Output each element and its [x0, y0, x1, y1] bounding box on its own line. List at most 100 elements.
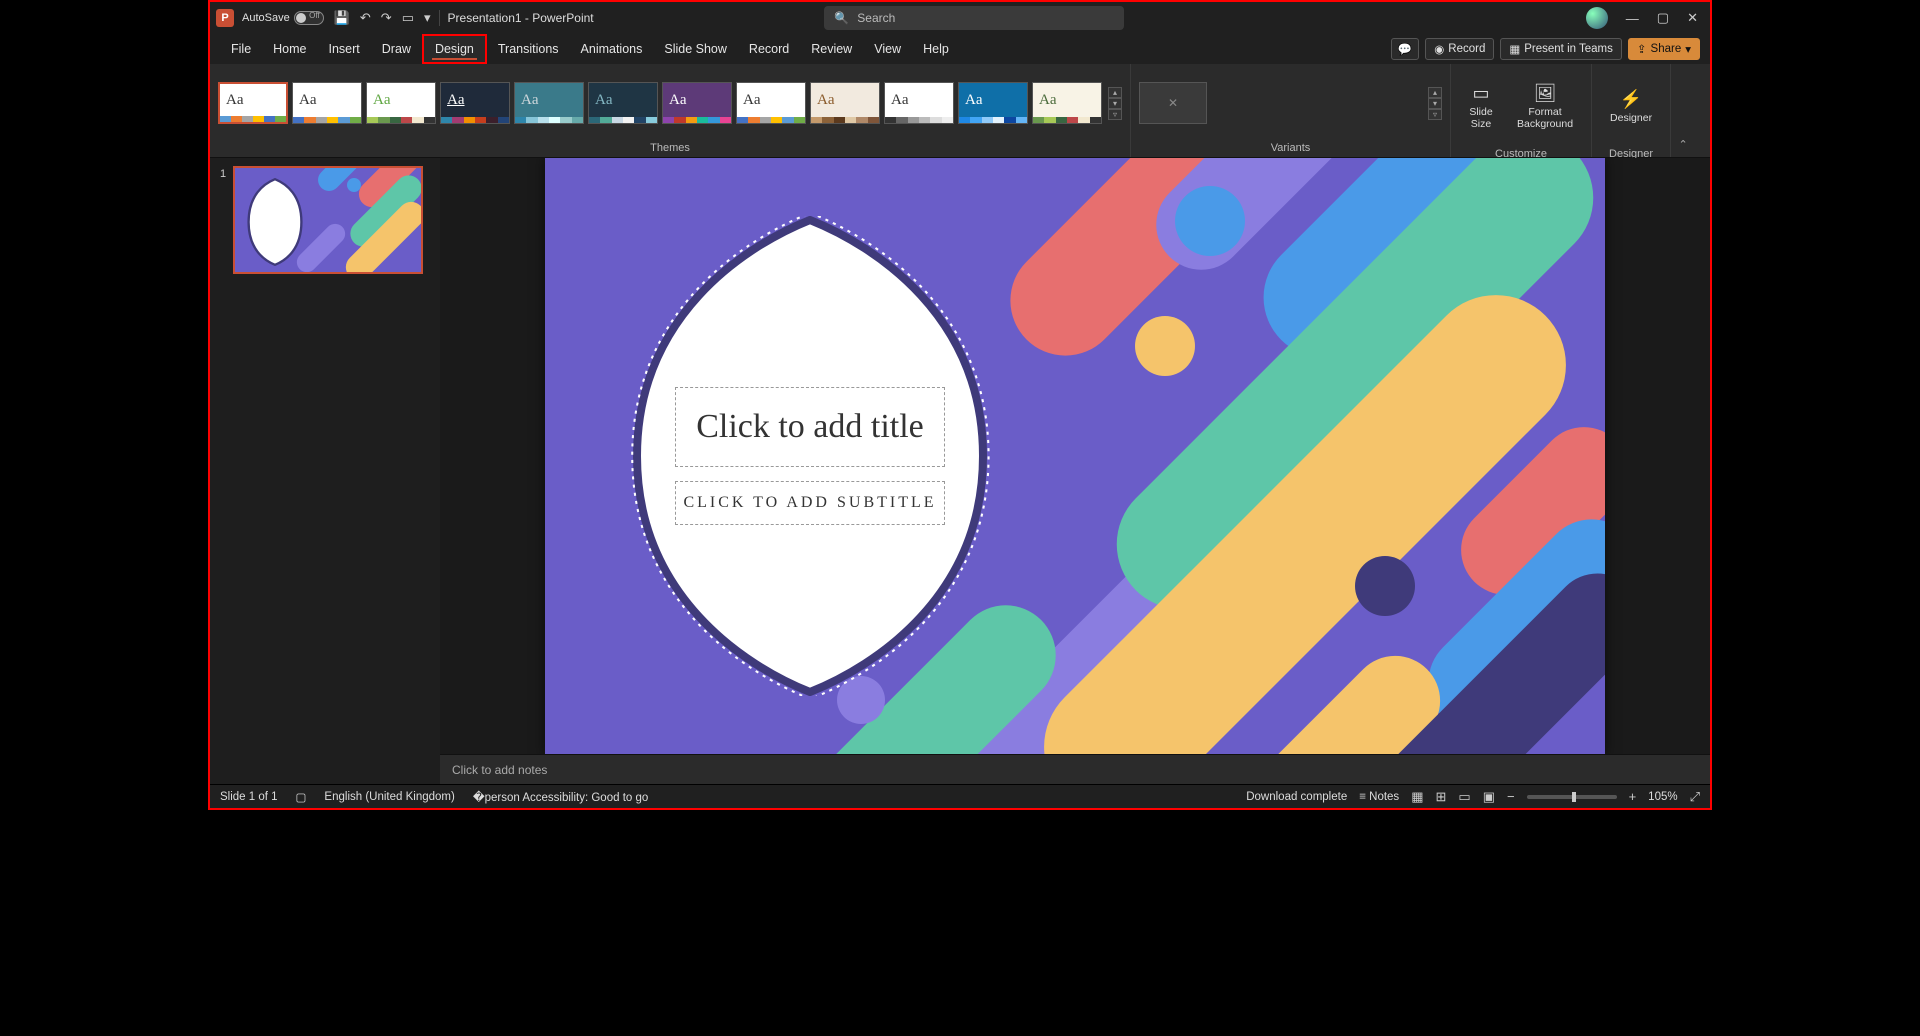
tab-draw[interactable]: Draw — [371, 34, 422, 64]
slide-size-button[interactable]: ▭ Slide Size — [1459, 70, 1503, 142]
status-accessibility[interactable]: �person Accessibility: Good to go — [473, 790, 648, 804]
tab-slideshow[interactable]: Slide Show — [653, 34, 738, 64]
slide-thumbnail-panel: 1 — [210, 158, 440, 784]
tab-insert[interactable]: Insert — [318, 34, 371, 64]
zoom-in-icon[interactable]: + — [1629, 789, 1637, 804]
gallery-up-icon[interactable]: ▴ — [1108, 87, 1122, 98]
zoom-slider[interactable] — [1527, 795, 1617, 799]
close-icon[interactable]: ✕ — [1687, 10, 1698, 26]
zoom-value[interactable]: 105% — [1648, 791, 1677, 803]
fit-window-icon[interactable]: ⤢ — [1690, 789, 1700, 805]
present-teams-button[interactable]: ▦ Present in Teams — [1500, 38, 1622, 60]
theme-thumb[interactable]: Aa — [218, 82, 288, 124]
view-sorter-icon[interactable]: ⊞ — [1435, 789, 1446, 805]
slide-thumbnail[interactable] — [233, 166, 423, 274]
tab-help[interactable]: Help — [912, 34, 960, 64]
tab-design[interactable]: Design — [422, 34, 487, 64]
ribbon-tabs: File Home Insert Draw Design Transitions… — [210, 34, 1710, 64]
search-placeholder: Search — [857, 11, 895, 25]
collapse-ribbon-icon[interactable]: ⌃ — [1671, 64, 1695, 157]
format-background-button[interactable]: 🖼 Format Background — [1507, 70, 1583, 142]
theme-thumb[interactable]: Aa — [440, 82, 510, 124]
save-icon[interactable]: 💾 — [334, 10, 350, 26]
tab-transitions[interactable]: Transitions — [487, 34, 570, 64]
maximize-icon[interactable]: ▢ — [1657, 10, 1669, 26]
tab-animations[interactable]: Animations — [570, 34, 654, 64]
gallery-down-icon[interactable]: ▾ — [1108, 98, 1122, 109]
search-icon: 🔍 — [834, 11, 849, 25]
variant-thumb[interactable]: ✕ — [1139, 82, 1207, 124]
theme-thumb[interactable]: Aa — [810, 82, 880, 124]
group-themes: AaAaAaAaAaAaAaAaAaAaAaAa▴▾▿ Themes — [210, 64, 1131, 157]
group-designer: ⚡ Designer Designer — [1592, 64, 1671, 157]
view-normal-icon[interactable]: ▦ — [1411, 789, 1423, 805]
autosave-toggle[interactable]: Off — [294, 11, 324, 25]
designer-icon: ⚡ — [1619, 87, 1643, 111]
present-icon[interactable]: ▭ — [402, 10, 414, 26]
qat-dropdown-icon[interactable]: ▾ — [424, 10, 431, 26]
title-frame: Click to add title CLICK TO ADD SUBTITLE — [625, 216, 995, 696]
status-language[interactable]: English (United Kingdom) — [324, 791, 454, 803]
title-bar: P AutoSave Off 💾 ↶ ↷ ▭ ▾ Presentation1 -… — [210, 2, 1710, 34]
format-background-icon: 🖼 — [1533, 81, 1557, 105]
work-area: 1 — [210, 158, 1710, 784]
group-label-variants: Variants — [1131, 142, 1450, 157]
tab-home[interactable]: Home — [262, 34, 317, 64]
view-slideshow-icon[interactable]: ▣ — [1483, 789, 1495, 805]
status-slide-of[interactable]: Slide 1 of 1 — [220, 791, 278, 803]
tab-record[interactable]: Record — [738, 34, 800, 64]
divider — [439, 10, 440, 26]
status-book-icon[interactable]: ▢ — [296, 790, 307, 804]
group-label-themes: Themes — [210, 142, 1130, 157]
gallery-more-icon[interactable]: ▿ — [1428, 109, 1442, 120]
theme-thumb[interactable]: Aa — [958, 82, 1028, 124]
theme-thumb[interactable]: Aa — [1032, 82, 1102, 124]
subtitle-placeholder[interactable]: CLICK TO ADD SUBTITLE — [675, 481, 945, 525]
share-button[interactable]: ⇪ Share ▾ — [1628, 38, 1700, 60]
designer-button[interactable]: ⚡ Designer — [1600, 70, 1662, 142]
theme-thumb[interactable]: Aa — [736, 82, 806, 124]
redo-icon[interactable]: ↷ — [381, 10, 392, 26]
tab-file[interactable]: File — [220, 34, 262, 64]
gallery-more-icon[interactable]: ▿ — [1108, 109, 1122, 120]
zoom-out-icon[interactable]: − — [1507, 789, 1515, 804]
slide-size-icon: ▭ — [1469, 81, 1493, 105]
group-variants: ✕ ▴ ▾ ▿ Variants — [1131, 64, 1451, 157]
document-title: Presentation1 - PowerPoint — [448, 11, 594, 25]
variants-gallery-controls: ▴ ▾ ▿ — [1428, 87, 1442, 120]
app-window: P AutoSave Off 💾 ↶ ↷ ▭ ▾ Presentation1 -… — [208, 0, 1712, 810]
gallery-down-icon[interactable]: ▾ — [1428, 98, 1442, 109]
theme-thumb[interactable]: Aa — [292, 82, 362, 124]
status-download: Download complete — [1246, 791, 1347, 803]
ribbon-body: AaAaAaAaAaAaAaAaAaAaAaAa▴▾▿ Themes ✕ ▴ ▾… — [210, 64, 1710, 158]
powerpoint-icon: P — [216, 9, 234, 27]
group-customize: ▭ Slide Size 🖼 Format Background Customi… — [1451, 64, 1592, 157]
theme-thumb[interactable]: Aa — [662, 82, 732, 124]
search-box[interactable]: 🔍 Search — [824, 6, 1124, 30]
user-avatar[interactable] — [1586, 7, 1608, 29]
autosave-label: AutoSave — [242, 12, 290, 24]
editor-area: Click to add title CLICK TO ADD SUBTITLE… — [440, 158, 1710, 784]
tab-view[interactable]: View — [863, 34, 912, 64]
themes-gallery-controls: ▴▾▿ — [1108, 87, 1122, 120]
record-button[interactable]: ◉ Record — [1425, 38, 1494, 60]
tab-review[interactable]: Review — [800, 34, 863, 64]
theme-thumb[interactable]: Aa — [514, 82, 584, 124]
view-reading-icon[interactable]: ▭ — [1458, 789, 1470, 805]
theme-thumb[interactable]: Aa — [588, 82, 658, 124]
variants-gallery: ✕ ▴ ▾ ▿ — [1131, 64, 1450, 142]
slide-canvas[interactable]: Click to add title CLICK TO ADD SUBTITLE — [545, 158, 1605, 754]
notes-toggle[interactable]: ≡ Notes — [1359, 791, 1399, 803]
notes-pane[interactable]: Click to add notes — [440, 754, 1710, 784]
quick-access-toolbar: 💾 ↶ ↷ ▭ ▾ — [334, 10, 431, 26]
gallery-up-icon[interactable]: ▴ — [1428, 87, 1442, 98]
notes-placeholder: Click to add notes — [452, 763, 547, 777]
theme-thumb[interactable]: Aa — [366, 82, 436, 124]
undo-icon[interactable]: ↶ — [360, 10, 371, 26]
title-placeholder[interactable]: Click to add title — [675, 387, 945, 467]
slide-number: 1 — [220, 168, 226, 180]
minimize-icon[interactable]: — — [1626, 11, 1639, 26]
comments-button[interactable]: 💬 — [1391, 38, 1419, 60]
status-bar: Slide 1 of 1 ▢ English (United Kingdom) … — [210, 784, 1710, 808]
theme-thumb[interactable]: Aa — [884, 82, 954, 124]
